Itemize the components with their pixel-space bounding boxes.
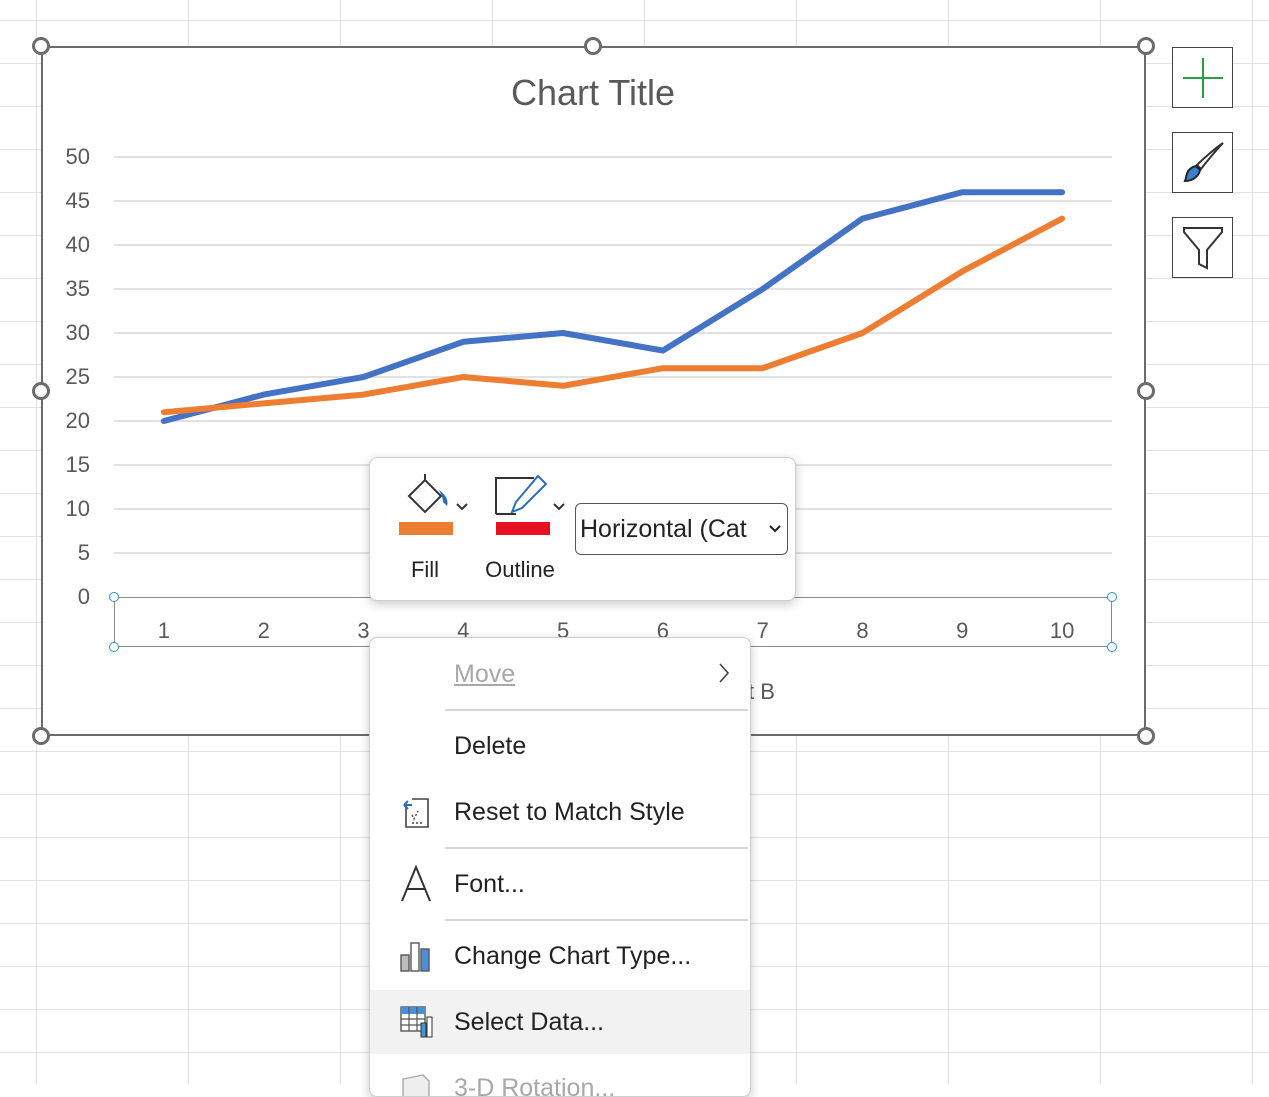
chart-styles-button[interactable] — [1172, 132, 1233, 193]
menu-separator — [445, 709, 748, 711]
chart-element-value: Horizontal (Cat — [580, 515, 763, 544]
menu-item-change-chart-type[interactable]: Change Chart Type... — [370, 926, 750, 986]
menu-item-label: Select Data... — [454, 1008, 604, 1037]
chevron-down-icon — [455, 502, 469, 512]
chart-title[interactable]: Chart Title — [0, 72, 1186, 114]
paint-bucket-icon — [403, 472, 451, 520]
plus-icon — [1181, 56, 1225, 100]
font-icon — [399, 865, 433, 903]
reset-style-icon — [400, 795, 432, 829]
resize-handle-top-right[interactable] — [1137, 37, 1155, 55]
y-tick-label[interactable]: 15 — [30, 452, 90, 478]
y-tick-label[interactable]: 25 — [30, 364, 90, 390]
y-tick-label[interactable]: 45 — [30, 188, 90, 214]
fill-color-swatch — [399, 522, 453, 535]
axis-handle-bottom-right[interactable] — [1107, 642, 1117, 652]
y-tick-label[interactable]: 40 — [30, 232, 90, 258]
y-tick-label[interactable]: 0 — [30, 584, 90, 610]
axis-handle-top-left[interactable] — [109, 592, 119, 602]
y-tick-label[interactable]: 10 — [30, 496, 90, 522]
x-tick-label[interactable]: 1 — [144, 618, 184, 644]
paintbrush-icon — [1179, 139, 1227, 187]
menu-item-reset-to-match-style[interactable]: Reset to Match Style — [370, 782, 750, 842]
chart-filters-button[interactable] — [1172, 217, 1233, 278]
menu-item-label: Delete — [454, 732, 526, 761]
menu-item-label: Reset to Match Style — [454, 798, 685, 827]
x-tick-label[interactable]: 8 — [843, 618, 883, 644]
outline-label: Outline — [472, 557, 568, 583]
chevron-down-icon — [768, 524, 782, 534]
menu-item-label: Change Chart Type... — [454, 942, 691, 971]
menu-item-label: Move — [454, 660, 515, 689]
y-tick-label[interactable]: 35 — [30, 276, 90, 302]
resize-handle-top-left[interactable] — [32, 37, 50, 55]
menu-item-3d-rotation[interactable]: 3-D Rotation... — [370, 1058, 750, 1097]
y-tick-label[interactable]: 5 — [30, 540, 90, 566]
3d-rotation-icon — [399, 1071, 433, 1097]
menu-item-label: 3-D Rotation... — [454, 1074, 615, 1097]
outline-color-swatch — [496, 522, 550, 535]
select-data-icon — [399, 1005, 433, 1039]
chart-element-dropdown[interactable]: Horizontal (Cat — [575, 503, 788, 555]
fill-label: Fill — [395, 557, 455, 583]
fill-button[interactable]: Fill — [395, 468, 475, 588]
axis-handle-top-right[interactable] — [1107, 592, 1117, 602]
y-tick-label[interactable]: 30 — [30, 320, 90, 346]
resize-handle-bottom-right[interactable] — [1137, 727, 1155, 745]
y-tick-label[interactable]: 50 — [30, 144, 90, 170]
y-tick-label[interactable]: 20 — [30, 408, 90, 434]
resize-handle-top[interactable] — [584, 37, 602, 55]
resize-handle-right[interactable] — [1137, 382, 1155, 400]
menu-item-font[interactable]: Font... — [370, 854, 750, 914]
outline-pen-icon — [494, 474, 550, 520]
chart-elements-button[interactable] — [1172, 47, 1233, 108]
filter-icon — [1181, 224, 1225, 272]
format-mini-toolbar: Fill Outline Horizontal (Cat — [369, 457, 796, 601]
axis-handle-bottom-left[interactable] — [109, 642, 119, 652]
menu-separator — [445, 847, 748, 849]
x-tick-label[interactable]: 2 — [244, 618, 284, 644]
resize-handle-bottom-left[interactable] — [32, 727, 50, 745]
menu-item-move[interactable]: Move — [370, 644, 750, 704]
outline-button[interactable]: Outline — [480, 468, 570, 588]
chevron-down-icon — [552, 502, 566, 512]
menu-item-delete[interactable]: Delete — [370, 716, 750, 776]
menu-item-label: Font... — [454, 870, 525, 899]
menu-item-select-data[interactable]: Select Data... — [370, 990, 750, 1054]
menu-separator — [445, 919, 748, 921]
context-menu: Move Delete Reset to Match Style Font... — [369, 637, 751, 1097]
x-tick-label[interactable]: 9 — [942, 618, 982, 644]
x-tick-label[interactable]: 10 — [1042, 618, 1082, 644]
chart-type-icon — [399, 939, 433, 973]
chevron-right-icon — [718, 662, 730, 684]
